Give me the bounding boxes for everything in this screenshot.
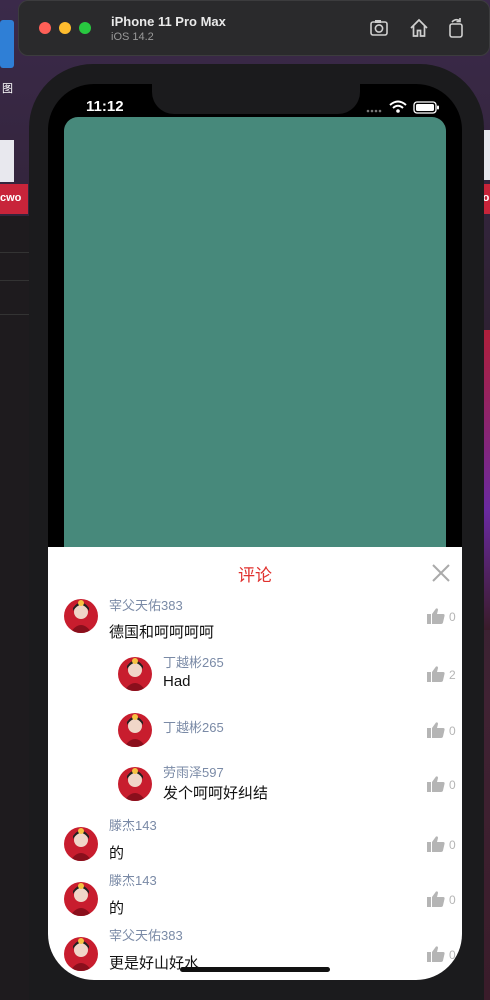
thumbs-up-icon — [427, 946, 445, 966]
like-count: 0 — [449, 778, 456, 792]
zoom-window-button[interactable] — [79, 22, 91, 34]
comment-username[interactable]: 丁越彬265 — [163, 717, 224, 736]
like-count: 0 — [449, 610, 456, 624]
like-count: 0 — [449, 948, 456, 962]
thumbs-up-icon — [427, 776, 445, 796]
comment-username[interactable]: 丁越彬265 — [163, 652, 224, 671]
comment-username[interactable]: 滕杰143 — [109, 870, 157, 889]
avatar[interactable] — [64, 937, 98, 971]
thumbs-up-icon — [427, 722, 445, 742]
comments-sheet: 评论 宰父天佑383 德国和呵呵呵呵 0 丁越彬265 Had 2 丁越彬265 0 劳雨泽59… — [48, 547, 462, 980]
avatar[interactable] — [118, 713, 152, 747]
desktop-icon-label: 图 — [2, 82, 13, 95]
sheet-title: 评论 — [238, 566, 272, 585]
close-window-button[interactable] — [39, 22, 51, 34]
divider — [0, 252, 30, 253]
like-button[interactable]: 0 — [427, 836, 462, 854]
like-button[interactable]: 0 — [427, 891, 462, 909]
thumbs-up-icon — [427, 891, 445, 911]
comment-username[interactable]: 劳雨泽597 — [163, 762, 224, 781]
comment-username[interactable]: 滕杰143 — [109, 815, 157, 834]
divider — [0, 314, 30, 315]
thumbs-up-icon — [427, 836, 445, 856]
notch — [152, 84, 360, 114]
rotate-icon[interactable] — [445, 17, 467, 39]
like-button[interactable]: 0 — [427, 608, 462, 626]
like-count: 0 — [449, 893, 456, 907]
folder-icon[interactable] — [0, 20, 14, 68]
comment-text: 德国和呵呵呵呵 — [109, 624, 215, 641]
device-name: iPhone 11 Pro Max — [111, 14, 226, 29]
home-icon[interactable] — [408, 17, 430, 39]
like-button[interactable]: 0 — [427, 722, 462, 740]
avatar[interactable] — [64, 827, 98, 861]
device-os-version: iOS 14.2 — [111, 31, 154, 43]
comment-text: Had — [163, 673, 191, 690]
comment-username[interactable]: 宰父天佑383 — [109, 925, 183, 944]
battery-icon — [413, 101, 439, 114]
divider — [0, 280, 30, 281]
avatar[interactable] — [64, 882, 98, 916]
like-button[interactable]: 0 — [427, 946, 462, 964]
comment-text: 的 — [109, 900, 125, 917]
video-card[interactable] — [64, 117, 446, 557]
like-button[interactable]: 0 — [427, 776, 462, 794]
close-icon[interactable] — [430, 562, 452, 584]
thumbs-up-icon — [427, 666, 445, 686]
desktop-file-left[interactable]: cwo — [0, 184, 28, 214]
simulator-titlebar: iPhone 11 Pro Max iOS 14.2 — [18, 0, 490, 56]
wifi-icon — [389, 100, 407, 113]
comment-username[interactable]: 宰父天佑383 — [109, 595, 183, 614]
status-time: 11:12 — [86, 98, 124, 115]
desktop-file-label: cwo — [0, 192, 22, 204]
minimize-window-button[interactable] — [59, 22, 71, 34]
cellular-signal-icon — [366, 109, 382, 113]
background-window — [0, 216, 30, 1000]
like-count: 0 — [449, 724, 456, 738]
screenshot-icon[interactable] — [369, 17, 391, 39]
avatar[interactable] — [118, 767, 152, 801]
comment-text: 发个呵呵好纠结 — [163, 785, 269, 802]
document-icon[interactable] — [0, 140, 14, 182]
like-count: 2 — [449, 668, 456, 682]
like-count: 0 — [449, 838, 456, 852]
like-button[interactable]: 2 — [427, 666, 462, 684]
avatar[interactable] — [64, 599, 98, 633]
home-indicator[interactable] — [180, 967, 330, 972]
thumbs-up-icon — [427, 608, 445, 628]
avatar[interactable] — [118, 657, 152, 691]
comment-text: 的 — [109, 845, 125, 862]
device-screen: 11:12 评论 宰父天佑383 德国和呵呵呵呵 0 丁越彬265 Had 2 丁越彬265… — [48, 84, 462, 980]
